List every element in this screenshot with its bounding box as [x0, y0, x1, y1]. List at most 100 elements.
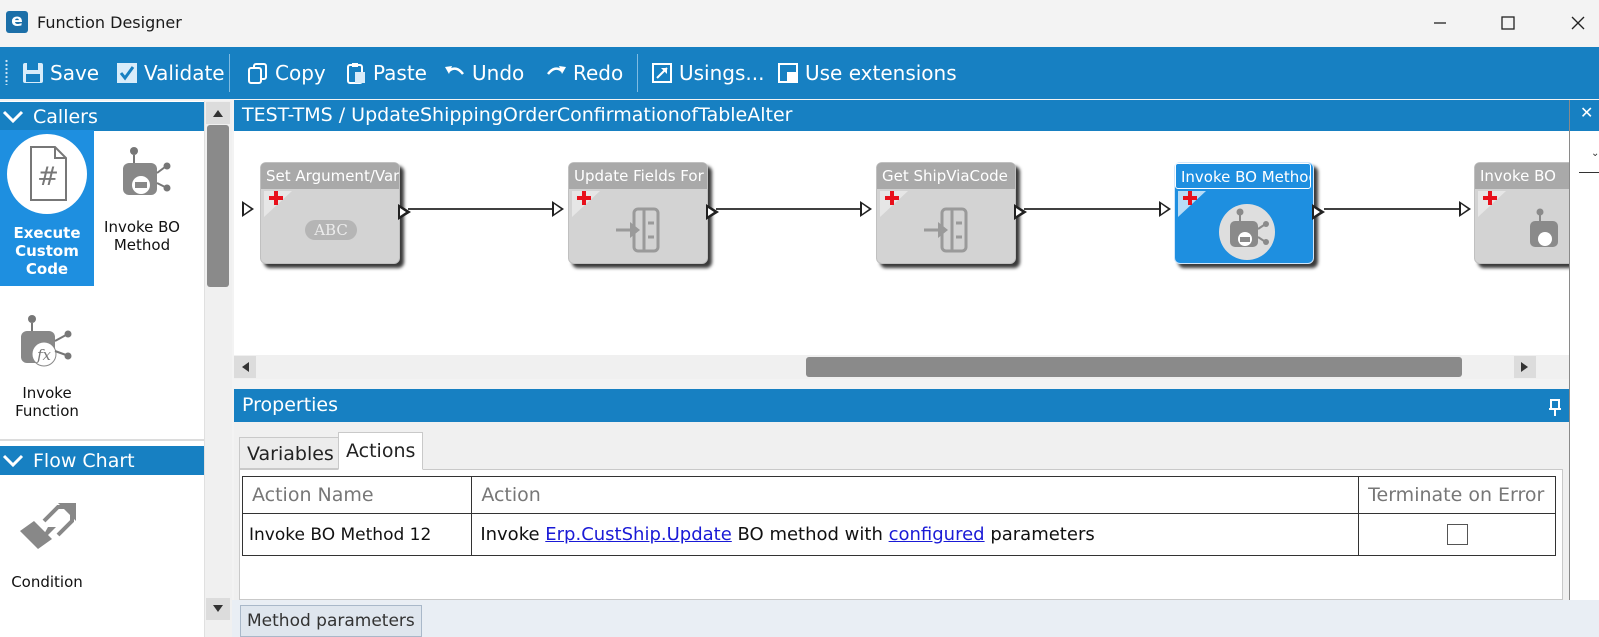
paste-icon	[345, 62, 367, 84]
scroll-down-button[interactable]	[206, 598, 230, 620]
connector-arrow	[860, 201, 872, 217]
connector-line	[716, 208, 860, 210]
output-port-icon	[398, 204, 411, 220]
connector-line	[1324, 208, 1460, 210]
flow-node[interactable]: Get ShipViaCode	[876, 162, 1027, 264]
tool-invoke-bo-method[interactable]: Invoke BO Method	[95, 130, 189, 286]
properties-body: Variables Actions Action Name Action Ter…	[234, 422, 1569, 600]
usings-button[interactable]: Usings...	[651, 57, 764, 89]
tab-variables[interactable]: Variables	[239, 437, 342, 469]
column-header-terminate-on-error[interactable]: Terminate on Error	[1358, 476, 1556, 514]
toolbar-grip[interactable]	[5, 59, 8, 85]
invoke-bo-icon	[1513, 201, 1569, 259]
arrow-right-icon	[1521, 362, 1528, 372]
toolbar: Save Validate Copy Paste Undo Redo Using…	[0, 47, 1599, 99]
close-icon	[1571, 16, 1585, 30]
update-fields-icon	[915, 201, 979, 259]
update-fields-icon	[607, 201, 671, 259]
copy-button[interactable]: Copy	[247, 57, 326, 89]
callers-title: Callers	[33, 105, 98, 128]
floppy-disk-icon	[22, 62, 44, 84]
chevron-down-icon	[0, 102, 26, 131]
connector-arrow	[552, 201, 564, 217]
tab-method-parameters[interactable]: Method parameters	[240, 605, 422, 637]
tool-invoke-function[interactable]: fx Invoke Function	[0, 296, 94, 452]
tool-label: Invoke BO Method	[104, 218, 180, 254]
bo-method-link[interactable]: Erp.CustShip.Update	[545, 524, 732, 545]
scroll-left-button[interactable]	[234, 356, 256, 378]
extensions-icon	[777, 62, 799, 84]
svg-text:#: #	[37, 162, 59, 192]
add-plus-icon	[1478, 191, 1506, 217]
terminate-on-error-checkbox[interactable]	[1446, 524, 1468, 545]
bottom-tab-strip: Method parameters	[232, 600, 1599, 637]
toolbox-scrollbar[interactable]	[204, 101, 232, 637]
save-button[interactable]: Save	[22, 57, 99, 89]
output-port-icon	[1014, 204, 1027, 220]
node-title: Invoke BO Method	[1175, 163, 1311, 189]
use-extensions-button[interactable]: Use extensions	[777, 57, 957, 89]
flow-node[interactable]: Set Argument/Vari ABC	[260, 162, 411, 264]
designer-canvas[interactable]: Set Argument/Vari ABC Update Fields For …	[234, 131, 1569, 355]
close-icon[interactable]: ✕	[1580, 103, 1593, 122]
output-port-icon	[1312, 204, 1325, 220]
invoke-bo-icon	[1213, 201, 1277, 260]
node-title: Invoke BO	[1475, 163, 1569, 189]
node-title: Update Fields For S	[569, 163, 707, 189]
add-plus-icon	[572, 191, 600, 217]
tool-label: Condition	[11, 573, 83, 591]
undo-button[interactable]: Undo	[444, 57, 524, 89]
usings-icon	[651, 62, 673, 84]
minimize-button[interactable]	[1420, 8, 1460, 38]
properties-header: Properties	[234, 389, 1569, 422]
connector-arrow	[1459, 201, 1471, 217]
node-title: Get ShipViaCode	[877, 163, 1015, 189]
table-row[interactable]: Invoke BO Method 12 Invoke Erp.CustShip.…	[241, 513, 1556, 556]
redo-label: Redo	[573, 61, 624, 85]
scroll-thumb[interactable]	[806, 357, 1462, 377]
app-logo-icon: e	[6, 11, 28, 33]
function-designer-window: e Function Designer Save Validate Copy P…	[0, 0, 1599, 637]
section-divider	[0, 439, 204, 441]
configured-parameters-link[interactable]: configured	[889, 524, 985, 545]
minimize-icon	[1434, 22, 1446, 24]
cell-terminate-on-error	[1358, 513, 1556, 556]
close-button[interactable]	[1558, 8, 1598, 38]
add-plus-icon	[880, 191, 908, 217]
cell-action-name: Invoke BO Method 12	[241, 513, 473, 556]
flow-node[interactable]: Update Fields For S	[568, 162, 719, 264]
condition-icon	[14, 485, 80, 573]
paste-button[interactable]: Paste	[345, 57, 427, 89]
tool-label: Execute Custom Code	[13, 224, 81, 278]
connector-line	[1024, 208, 1164, 210]
maximize-button[interactable]	[1488, 8, 1528, 38]
tool-execute-custom-code[interactable]: # Execute Custom Code	[0, 130, 94, 286]
actions-panel: Action Name Action Terminate on Error In…	[239, 469, 1563, 600]
column-header-action-name[interactable]: Action Name	[241, 476, 473, 514]
flow-node[interactable]: Invoke BO	[1474, 162, 1569, 264]
side-panel-header: ✕	[1570, 100, 1599, 131]
callers-section-header[interactable]: Callers	[0, 102, 204, 131]
scroll-up-button[interactable]	[206, 102, 230, 124]
scroll-right-button[interactable]	[1514, 356, 1536, 378]
maximize-icon	[1501, 16, 1515, 30]
validate-button[interactable]: Validate	[116, 57, 225, 89]
flow-chart-section-header[interactable]: Flow Chart	[0, 446, 204, 475]
redo-button[interactable]: Redo	[545, 57, 623, 89]
column-header-action[interactable]: Action	[471, 476, 1360, 514]
custom-code-icon: #	[6, 130, 88, 218]
tab-actions[interactable]: Actions	[338, 432, 424, 470]
flow-node-selected[interactable]: Invoke BO Method	[1174, 162, 1325, 264]
copy-icon	[247, 62, 269, 84]
divider	[1579, 172, 1599, 173]
scroll-thumb[interactable]	[207, 125, 229, 287]
node-title: Set Argument/Vari	[261, 163, 399, 189]
abc-label: ABC	[305, 220, 357, 240]
invoke-bo-icon	[111, 130, 173, 218]
toolbar-separator	[637, 54, 638, 92]
canvas-horizontal-scrollbar[interactable]	[234, 355, 1569, 379]
actions-table: Action Name Action Terminate on Error In…	[241, 476, 1556, 556]
tool-condition[interactable]: Condition	[0, 485, 94, 637]
toolbox-panel: Callers # Execute Custom Code Invoke BO …	[0, 101, 232, 637]
toolbar-separator	[229, 54, 230, 92]
